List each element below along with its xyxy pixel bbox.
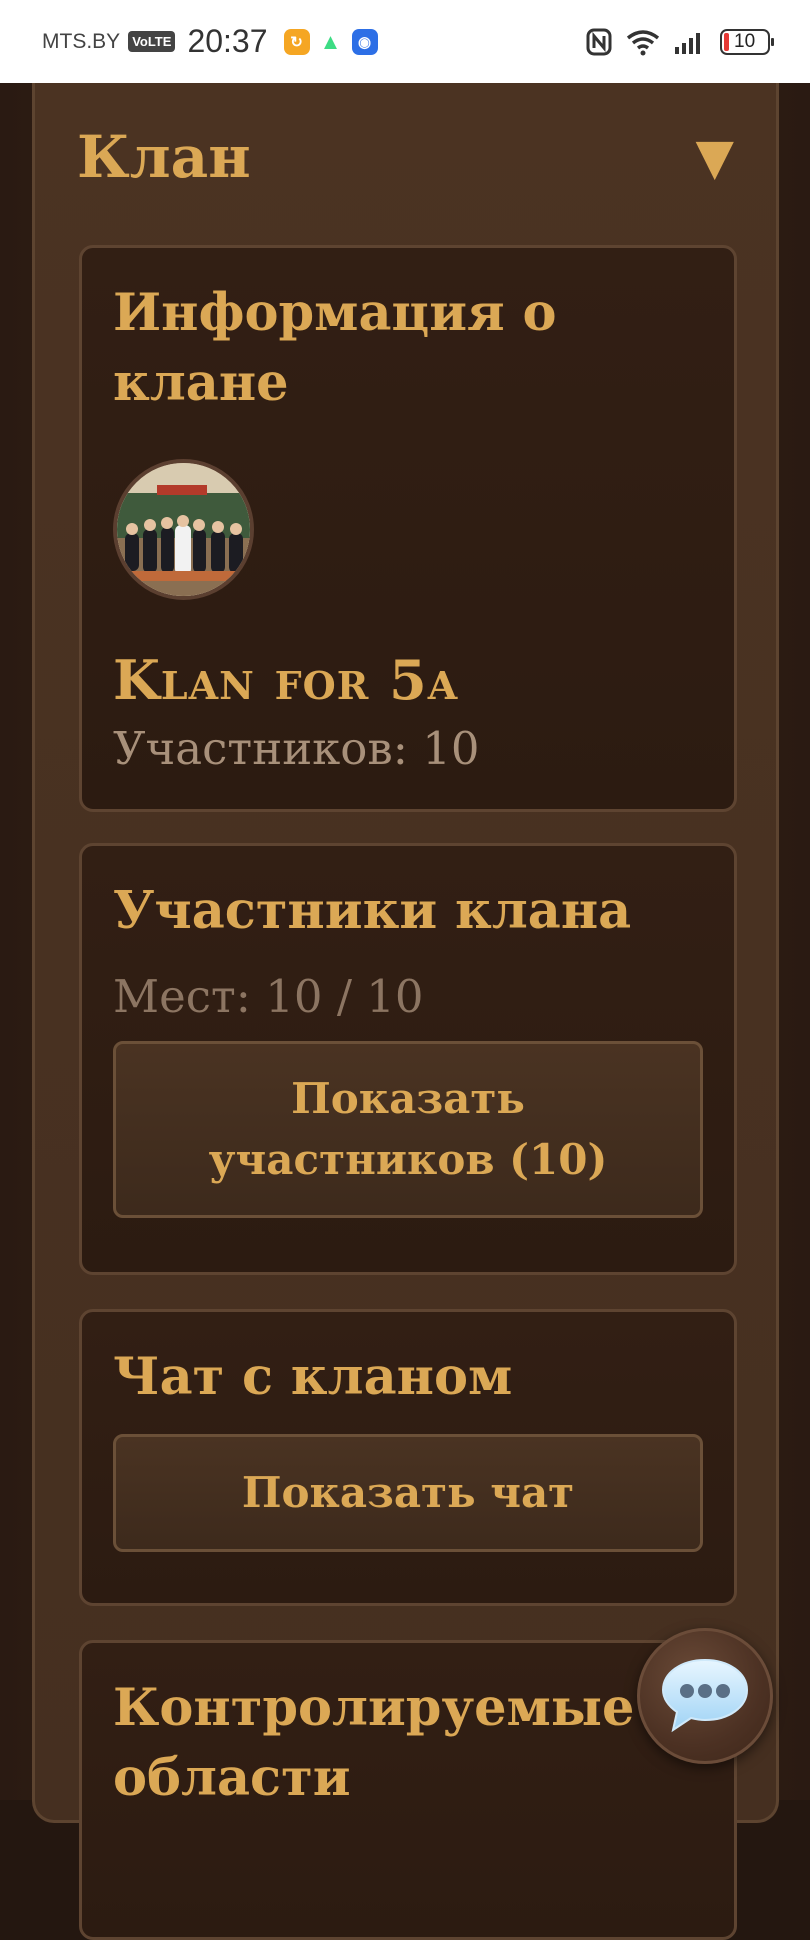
show-members-label-line2: участников (10): [208, 1134, 608, 1184]
members-count: Участников: 10: [113, 721, 480, 775]
clan-avatar: [113, 458, 254, 600]
show-members-button[interactable]: Показать участников (10): [113, 1041, 703, 1219]
collapse-triangle-icon[interactable]: ▼: [696, 132, 734, 182]
clan-panel-header[interactable]: Клан ▼: [77, 123, 734, 191]
signal-icon: [675, 32, 700, 54]
carrier-label: MTS.BY: [42, 29, 121, 53]
wifi-icon: [626, 29, 660, 55]
browser-app-icon: ◉: [351, 28, 378, 55]
nfc-icon: [586, 28, 612, 55]
clan-info-title: Информация о клане: [113, 283, 557, 414]
slots-count: Мест: 10 / 10: [113, 970, 424, 1024]
show-chat-button[interactable]: Показать чат: [113, 1434, 703, 1553]
status-bar: MTS.BY VoLTE 20:37 ↻ ▲ ◉ 10: [0, 0, 810, 83]
clan-info-card: Информация о клане Klan for 5a Участнико…: [79, 245, 737, 812]
clan-members-title: Участники клана: [113, 881, 632, 941]
volte-icon: VoLTE: [128, 31, 176, 52]
clock: 20:37: [187, 23, 268, 59]
clan-photo-image: [117, 462, 250, 596]
clan-members-card: Участники клана Мест: 10 / 10 Показать у…: [79, 843, 737, 1275]
controlled-areas-title: Контролируемые области: [113, 1678, 635, 1809]
battery-icon: 10: [720, 28, 774, 55]
show-members-label-line1: Показать: [291, 1073, 525, 1123]
android-notification-icon: ▲: [317, 28, 344, 55]
speech-bubble-icon: [661, 1658, 749, 1733]
notification-app-icon: ↻: [283, 28, 310, 55]
panel-title: Клан: [77, 123, 251, 191]
clan-name: Klan for 5a: [113, 647, 459, 712]
battery-level: 10: [734, 30, 756, 52]
clan-chat-title: Чат с кланом: [113, 1347, 513, 1407]
clan-chat-card: Чат с кланом Показать чат: [79, 1309, 737, 1606]
chat-fab-button[interactable]: [637, 1628, 773, 1764]
clan-panel: Клан ▼ Информация о клане Klan for 5a Уч…: [32, 83, 779, 1940]
